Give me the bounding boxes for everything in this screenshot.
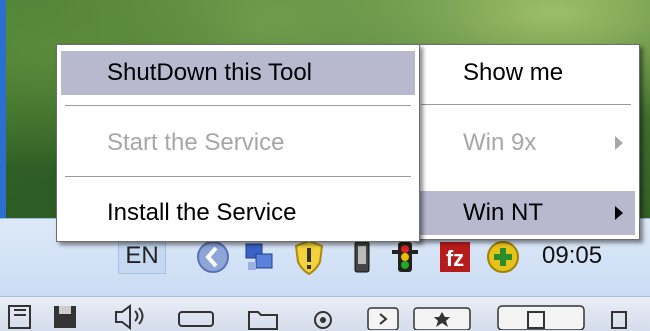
menu-item-label: Show me (463, 59, 564, 86)
settings-icon[interactable] (412, 302, 472, 330)
chevron-left-icon[interactable] (196, 238, 230, 276)
menu-item-label: Win NT (463, 199, 543, 226)
menu-item-win-9x[interactable]: Win 9x (417, 121, 635, 165)
submenu-arrow-icon (615, 206, 623, 220)
menu-item-shutdown-tool[interactable]: ShutDown this Tool (61, 51, 415, 95)
folder-icon[interactable] (246, 302, 280, 330)
network-icon[interactable] (242, 238, 276, 276)
submenu: Show me Win 9x Win NT (412, 44, 640, 240)
context-menu: ShutDown this Tool Start the Service Ins… (56, 44, 420, 242)
menu-item-label: ShutDown this Tool (107, 59, 313, 86)
menu-item-label: Win 9x (463, 129, 537, 156)
gear-icon[interactable] (308, 302, 338, 330)
menu-item-start-service[interactable]: Start the Service (61, 121, 415, 165)
menu-item-install-service[interactable]: Install the Service (61, 191, 415, 235)
traffic-light-icon[interactable] (388, 238, 422, 276)
menu-separator (421, 104, 631, 106)
menu-item-label: Start the Service (107, 129, 285, 156)
window-icon[interactable] (496, 302, 586, 330)
menu-separator (65, 176, 411, 178)
shield-warning-icon[interactable] (292, 238, 326, 276)
dropdown-arrow-icon[interactable] (366, 302, 400, 330)
menu-item-label: Install the Service (107, 199, 297, 226)
filezilla-icon[interactable]: fz (438, 238, 472, 276)
clock[interactable]: 09:05 (542, 242, 602, 270)
more-icon[interactable] (604, 302, 634, 330)
plus-icon[interactable] (486, 238, 520, 276)
menu-separator (65, 105, 411, 107)
speaker-icon[interactable] (112, 302, 148, 330)
drive-icon[interactable] (176, 302, 216, 330)
submenu-arrow-icon (615, 136, 623, 150)
language-indicator[interactable]: EN (118, 238, 166, 274)
save-icon[interactable] (50, 302, 80, 330)
menu-item-win-nt[interactable]: Win NT (417, 191, 635, 235)
device-icon[interactable] (346, 238, 380, 276)
menu-item-show-me[interactable]: Show me (417, 51, 635, 95)
svg-text:fz: fz (446, 246, 464, 271)
book-icon[interactable] (6, 302, 36, 330)
